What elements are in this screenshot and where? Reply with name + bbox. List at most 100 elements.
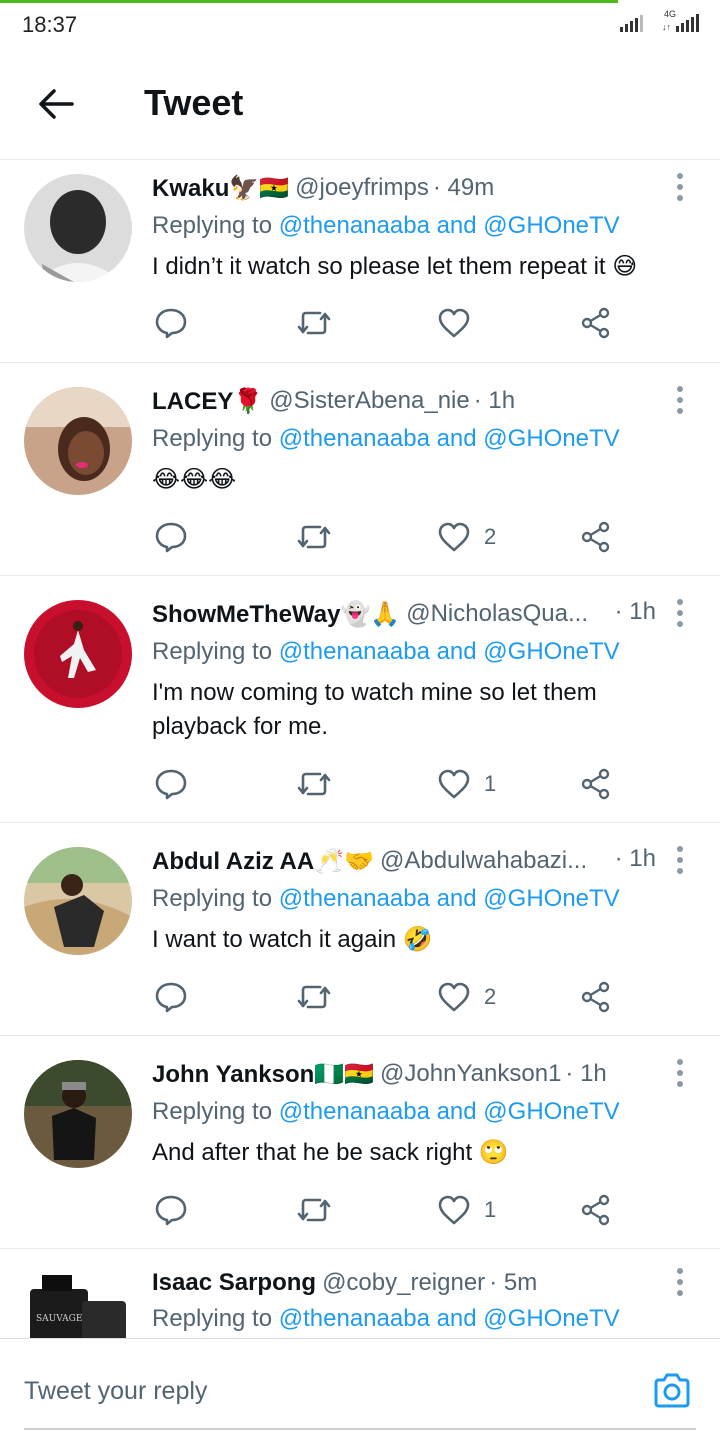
- author-handle[interactable]: @NicholasQua...: [406, 600, 588, 628]
- retweet-icon: [297, 772, 331, 796]
- like-button[interactable]: [438, 303, 484, 343]
- like-button[interactable]: 2: [438, 977, 496, 1017]
- replying-prefix: Replying to: [152, 212, 273, 239]
- author-handle[interactable]: @JohnYankson1: [380, 1060, 561, 1088]
- avatar[interactable]: SAUVAGE SAUVAGE: [24, 1267, 132, 1338]
- reply-button[interactable]: [154, 1190, 188, 1230]
- author-handle[interactable]: @Abdulwahabazi...: [380, 847, 587, 875]
- heart-icon: [438, 1195, 470, 1225]
- replying-prefix: Replying to: [152, 1305, 273, 1332]
- like-button[interactable]: 2: [438, 517, 496, 557]
- heart-icon: [438, 308, 470, 338]
- replying-mentions[interactable]: @thenanaaba and @GHOneTV: [279, 885, 620, 912]
- tweet-time: · 49m: [432, 174, 495, 201]
- share-button[interactable]: [580, 764, 612, 804]
- more-options-button[interactable]: [670, 385, 690, 417]
- reply-button[interactable]: [154, 303, 188, 343]
- tweet[interactable]: Kwaku🦅🇬🇭 @joeyfrimps · 49m Replying to @…: [0, 160, 720, 363]
- tweet-text: 😂😂😂: [152, 466, 237, 493]
- tweet[interactable]: ShowMeTheWay👻🙏 @NicholasQua... · 1h Repl…: [0, 576, 720, 823]
- avatar[interactable]: [24, 1060, 132, 1168]
- signal-icon-2: [676, 14, 699, 32]
- camera-button[interactable]: [650, 1369, 694, 1413]
- more-options-button[interactable]: [670, 845, 690, 877]
- tweet[interactable]: John Yankson🇳🇬🇬🇭 @JohnYankson1 · 1h Repl…: [0, 1036, 720, 1249]
- heart-icon: [438, 522, 470, 552]
- tweet-actions: 2: [154, 517, 624, 557]
- more-options-button[interactable]: [670, 1058, 690, 1090]
- more-options-button[interactable]: [670, 172, 690, 204]
- tweet-header: Abdul Aziz AA🥂🤝 @Abdulwahabazi...: [152, 843, 590, 879]
- share-icon: [581, 981, 610, 1013]
- avatar[interactable]: [24, 600, 132, 708]
- author-handle[interactable]: @SisterAbena_nie: [269, 387, 469, 415]
- like-count: 2: [484, 984, 497, 1009]
- retweet-button[interactable]: [296, 517, 332, 557]
- camera-icon: [654, 1373, 690, 1408]
- replying-mentions[interactable]: @thenanaaba and @GHOneTV: [279, 1305, 620, 1332]
- retweet-icon: [297, 311, 331, 335]
- author-name[interactable]: LACEY🌹: [152, 387, 263, 416]
- more-vertical-icon: [677, 173, 683, 201]
- reply-feed: Kwaku🦅🇬🇭 @joeyfrimps · 49m Replying to @…: [0, 160, 720, 1338]
- tweet[interactable]: LACEY🌹 @SisterAbena_nie · 1h Replying to…: [0, 363, 720, 576]
- share-button[interactable]: [580, 1190, 612, 1230]
- like-button[interactable]: 1: [438, 764, 496, 804]
- retweet-button[interactable]: [296, 1190, 332, 1230]
- comment-icon: [155, 982, 187, 1013]
- share-button[interactable]: [580, 977, 612, 1017]
- replying-prefix: Replying to: [152, 885, 273, 912]
- replying-to: Replying to @thenanaaba and @GHOneTV: [152, 1098, 620, 1126]
- replying-mentions[interactable]: @thenanaaba and @GHOneTV: [279, 425, 620, 452]
- retweet-button[interactable]: [296, 764, 332, 804]
- share-icon: [581, 768, 610, 800]
- tweet-header: ShowMeTheWay👻🙏 @NicholasQua...: [152, 596, 590, 632]
- replying-mentions[interactable]: @thenanaaba and @GHOneTV: [279, 1098, 620, 1125]
- retweet-button[interactable]: [296, 303, 332, 343]
- avatar[interactable]: [24, 174, 132, 282]
- more-options-button[interactable]: [670, 598, 690, 630]
- replying-to: Replying to @thenanaaba and @GHOneTV: [152, 1305, 620, 1333]
- author-name[interactable]: Kwaku🦅🇬🇭: [152, 174, 289, 203]
- page-title: Tweet: [144, 82, 244, 123]
- more-options-button[interactable]: [670, 1267, 690, 1299]
- tweet-time: · 1h: [565, 1060, 607, 1087]
- tweet-header: Isaac Sarpong @coby_reigner · 5m: [152, 1265, 660, 1301]
- replying-mentions[interactable]: @thenanaaba and @GHOneTV: [279, 212, 620, 239]
- signal-icon: [620, 14, 643, 32]
- tweet-actions: 1: [154, 1190, 624, 1230]
- tweet[interactable]: SAUVAGE SAUVAGE Isaac Sarpong @coby_reig…: [0, 1249, 720, 1338]
- share-button[interactable]: [580, 517, 612, 557]
- tweet[interactable]: Abdul Aziz AA🥂🤝 @Abdulwahabazi... · 1h R…: [0, 823, 720, 1036]
- reply-input[interactable]: Tweet your reply: [24, 1377, 207, 1406]
- retweet-button[interactable]: [296, 977, 332, 1017]
- comment-icon: [155, 769, 187, 800]
- retweet-icon: [297, 985, 331, 1009]
- author-name[interactable]: John Yankson🇳🇬🇬🇭: [152, 1060, 374, 1089]
- replying-mentions[interactable]: @thenanaaba and @GHOneTV: [279, 638, 620, 665]
- back-arrow-icon: [39, 89, 74, 119]
- network-arrows-icon: ↓↑: [662, 22, 671, 32]
- retweet-icon: [297, 525, 331, 549]
- reply-input-underline: [24, 1428, 696, 1430]
- avatar[interactable]: [24, 847, 132, 955]
- replying-to: Replying to @thenanaaba and @GHOneTV: [152, 212, 620, 240]
- share-button[interactable]: [580, 303, 612, 343]
- comment-icon: [155, 522, 187, 553]
- reply-button[interactable]: [154, 977, 188, 1017]
- author-handle[interactable]: @joeyfrimps: [295, 174, 429, 202]
- author-name[interactable]: ShowMeTheWay👻🙏: [152, 600, 400, 629]
- product-label: SAUVAGE: [36, 1314, 82, 1324]
- tweet-text: I didn’t it watch so please let them rep…: [152, 253, 638, 280]
- more-vertical-icon: [677, 846, 683, 874]
- share-icon: [581, 307, 610, 339]
- back-button[interactable]: [36, 84, 76, 124]
- author-handle[interactable]: @coby_reigner: [322, 1269, 485, 1297]
- comment-icon: [155, 1195, 187, 1226]
- author-name[interactable]: Abdul Aziz AA🥂🤝: [152, 847, 374, 876]
- avatar[interactable]: [24, 387, 132, 495]
- reply-button[interactable]: [154, 517, 188, 557]
- like-button[interactable]: 1: [438, 1190, 496, 1230]
- author-name[interactable]: Isaac Sarpong: [152, 1269, 316, 1297]
- reply-button[interactable]: [154, 764, 188, 804]
